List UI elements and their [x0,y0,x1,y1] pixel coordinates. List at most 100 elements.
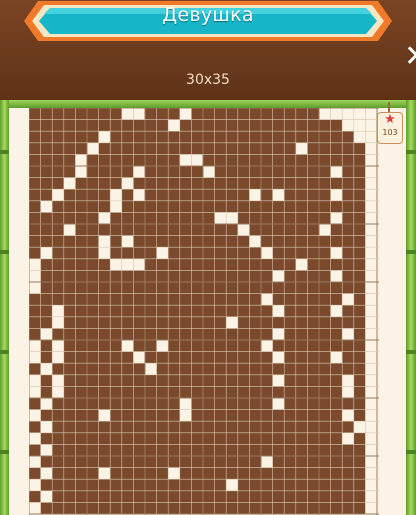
grid-cell-filled[interactable] [52,502,64,514]
grid-cell-filled[interactable] [52,258,64,271]
grid-cell-filled[interactable] [191,224,203,236]
grid-cell-filled[interactable] [63,235,76,248]
grid-cell-filled[interactable] [330,235,343,248]
grid-cell-filled[interactable] [353,351,366,364]
grid-cell-filled[interactable] [75,108,87,120]
grid-cell-filled[interactable] [98,386,111,398]
grid-cell-filled[interactable] [168,386,180,398]
grid-cell-filled[interactable] [342,490,354,503]
grid-cell-filled[interactable] [249,456,261,468]
grid-cell-filled[interactable] [179,386,192,398]
grid-cell-filled[interactable] [110,432,122,445]
grid-cell-filled[interactable] [261,142,273,155]
grid-cell-filled[interactable] [284,177,296,190]
grid-cell-filled[interactable] [249,142,261,155]
grid-cell-filled[interactable] [214,142,227,155]
grid-cell-filled[interactable] [87,282,99,294]
grid-cell-filled[interactable] [330,293,343,306]
nonogram-grid[interactable] [29,108,379,515]
grid-cell-filled[interactable] [284,479,296,491]
grid-cell-filled[interactable] [145,490,157,503]
grid-cell-filled[interactable] [52,363,64,375]
grid-cell-filled[interactable] [75,282,87,294]
grid-cell-filled[interactable] [40,177,53,190]
grid-cell-filled[interactable] [87,363,99,375]
grid-cell-filled[interactable] [63,316,76,329]
grid-cell-filled[interactable] [145,421,157,433]
grid-cell-filled[interactable] [261,177,273,190]
grid-cell-filled[interactable] [330,502,343,514]
grid-cell-filled[interactable] [191,108,203,120]
grid-cell-filled[interactable] [75,316,87,329]
grid-cell-filled[interactable] [307,444,319,456]
grid-cell-filled[interactable] [214,398,227,410]
grid-cell-filled[interactable] [342,224,354,236]
grid-cell-filled[interactable] [342,363,354,375]
grid-cell-filled[interactable] [63,340,76,352]
grid-cell-filled[interactable] [52,247,64,259]
grid-cell-filled[interactable] [156,235,169,248]
grid-cell-filled[interactable] [75,340,87,352]
grid-cell-filled[interactable] [295,386,308,398]
grid-cell-filled[interactable] [63,305,76,317]
grid-cell-filled[interactable] [272,142,285,155]
grid-cell-filled[interactable] [121,142,134,155]
grid-cell-filled[interactable] [203,467,215,480]
grid-cell-filled[interactable] [249,270,261,282]
grid-cell-filled[interactable] [214,293,227,306]
grid-cell-filled[interactable] [272,479,285,491]
grid-cell-filled[interactable] [145,212,157,224]
grid-cell-filled[interactable] [353,258,366,271]
grid-cell-filled[interactable] [272,177,285,190]
grid-cell-filled[interactable] [214,351,227,364]
grid-cell-filled[interactable] [87,119,99,132]
grid-cell-filled[interactable] [237,421,250,433]
grid-cell-filled[interactable] [52,490,64,503]
grid-cell-filled[interactable] [330,479,343,491]
grid-cell-filled[interactable] [307,293,319,306]
grid-cell-filled[interactable] [237,444,250,456]
grid-cell-filled[interactable] [98,456,111,468]
grid-cell-filled[interactable] [214,282,227,294]
grid-cell-filled[interactable] [145,374,157,387]
grid-cell-filled[interactable] [156,444,169,456]
grid-cell-filled[interactable] [330,363,343,375]
grid-cell-filled[interactable] [168,328,180,340]
grid-cell-filled[interactable] [330,398,343,410]
grid-cell-filled[interactable] [249,305,261,317]
grid-cell-filled[interactable] [203,282,215,294]
grid-cell-filled[interactable] [342,154,354,166]
grid-cell-filled[interactable] [133,456,145,468]
grid-cell-filled[interactable] [307,131,319,143]
grid-cell-filled[interactable] [52,328,64,340]
grid-cell-filled[interactable] [121,386,134,398]
grid-cell-filled[interactable] [110,502,122,514]
grid-cell-filled[interactable] [156,154,169,166]
grid-cell-filled[interactable] [179,456,192,468]
grid-cell-filled[interactable] [330,224,343,236]
grid-cell-filled[interactable] [40,293,53,306]
grid-cell-filled[interactable] [226,490,238,503]
grid-cell-filled[interactable] [295,247,308,259]
grid-cell-filled[interactable] [249,490,261,503]
grid-cell-filled[interactable] [63,119,76,132]
grid-cell-filled[interactable] [98,154,111,166]
grid-cell-filled[interactable] [214,444,227,456]
grid-cell-filled[interactable] [319,490,331,503]
grid-cell-filled[interactable] [52,235,64,248]
grid-cell-filled[interactable] [98,421,111,433]
grid-cell-filled[interactable] [191,328,203,340]
grid-cell-filled[interactable] [156,374,169,387]
grid-cell-filled[interactable] [237,142,250,155]
grid-cell-filled[interactable] [75,421,87,433]
grid-cell-filled[interactable] [168,247,180,259]
grid-cell-filled[interactable] [284,316,296,329]
grid-cell-filled[interactable] [214,131,227,143]
grid-cell-filled[interactable] [203,328,215,340]
grid-cell-filled[interactable] [63,421,76,433]
grid-cell-filled[interactable] [52,432,64,445]
grid-cell-filled[interactable] [272,432,285,445]
grid-cell-filled[interactable] [121,444,134,456]
grid-cell-filled[interactable] [237,131,250,143]
grid-cell-filled[interactable] [226,328,238,340]
